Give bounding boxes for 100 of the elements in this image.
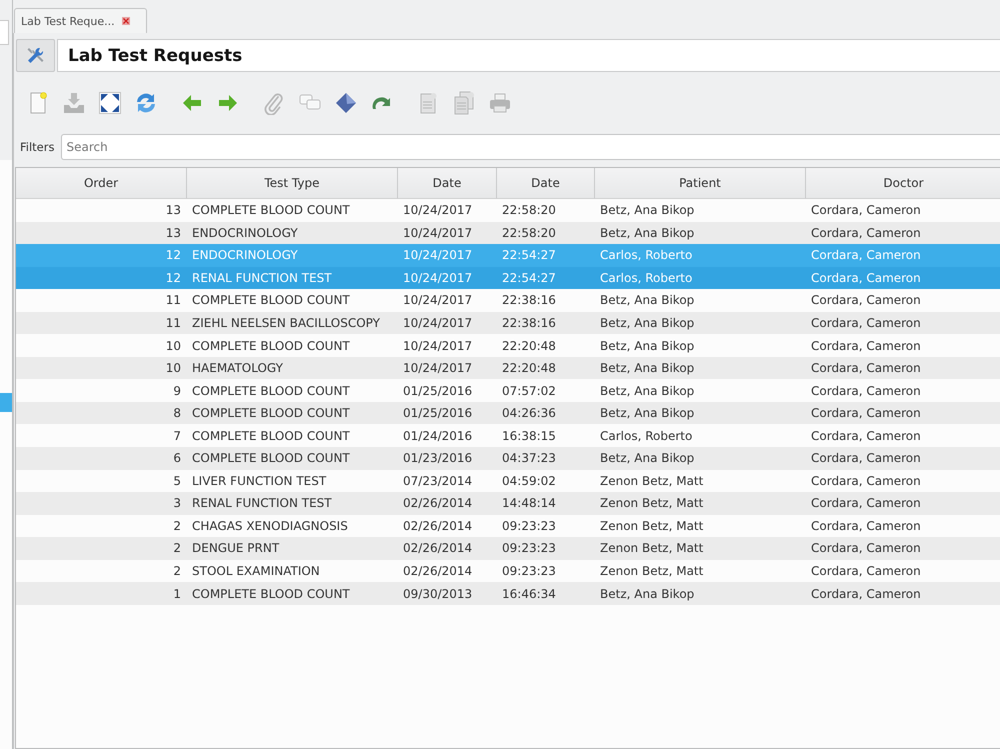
table-cell-text: 5 <box>172 472 182 490</box>
table-cell-text: 11 <box>164 315 182 332</box>
table-cell-text: Cordara, Cameron <box>810 382 922 400</box>
table-cell-text: 04:26:36 <box>501 405 557 422</box>
table-cell-text: Cordara, Cameron <box>810 202 922 220</box>
table-cell-text: Cordara, Cameron <box>810 405 922 422</box>
table-cell-text: COMPLETE BLOOD COUNT <box>191 586 351 603</box>
column-header[interactable]: Date <box>497 168 595 199</box>
table-row[interactable]: 1 COMPLETE BLOOD COUNT 09/30/2013 16:46:34 Betz, Ana Bikop Cordara, Cameron <box>16 582 1000 605</box>
table-cell-text: COMPLETE BLOOD COUNT <box>191 202 351 220</box>
expand-icon[interactable] <box>98 91 122 115</box>
table-cell-text: COMPLETE BLOOD COUNT <box>191 382 351 400</box>
table-cell-text: 04:59:02 <box>501 472 557 490</box>
table-cell-text: 01/25/2016 <box>402 382 474 400</box>
table-cell-text: Cordara, Cameron <box>810 315 922 332</box>
table-cell-text: 09:23:23 <box>501 540 557 558</box>
table-cell-text: Carlos, Roberto <box>599 270 694 287</box>
table-cell-text: 07/23/2014 <box>402 472 474 490</box>
table-row[interactable]: 10 HAEMATOLOGY 10/24/2017 22:20:48 Betz, Ana Bikop Cordara, Cameron <box>16 356 1000 380</box>
table-cell-text: Cordara, Cameron <box>810 270 922 287</box>
table-cell-text: Cordara, Cameron <box>810 586 922 603</box>
table-cell-text: 01/24/2016 <box>402 428 474 445</box>
table-cell-text: CHAGAS XENODIAGNOSIS <box>191 518 349 535</box>
column-header[interactable]: Order <box>16 168 187 199</box>
column-header[interactable]: Patient <box>595 168 806 199</box>
table-cell-text: 22:20:48 <box>501 338 557 355</box>
table-cell-text: Cordara, Cameron <box>810 540 922 558</box>
table-cell-text: 2 <box>172 563 182 580</box>
table-cell-text: 16:46:34 <box>501 586 557 603</box>
tools-button[interactable] <box>16 39 55 72</box>
table-cell-text: 22:54:27 <box>501 270 557 287</box>
table-cell-text: 10/24/2017 <box>402 247 474 264</box>
table-cell-text: ZIEHL NEELSEN BACILLOSCOPY <box>191 315 381 332</box>
table-cell-text: Betz, Ana Bikop <box>599 202 696 220</box>
table-cell-text: Betz, Ana Bikop <box>599 224 696 242</box>
table-cell-text: RENAL FUNCTION TEST <box>191 495 333 512</box>
table-cell-text: Cordara, Cameron <box>810 247 922 264</box>
table-cell-text: COMPLETE BLOOD COUNT <box>191 405 351 422</box>
table-cell-text: 16:38:15 <box>501 428 557 445</box>
table-cell-text: 02/26/2014 <box>402 495 474 512</box>
table-cell-text: Betz, Ana Bikop <box>599 360 696 378</box>
table-cell-text: 11 <box>164 292 182 310</box>
table-cell-text: Zenon Betz, Matt <box>599 540 704 558</box>
table-cell-text: 10/24/2017 <box>402 224 474 242</box>
table-cell-text: COMPLETE BLOOD COUNT <box>191 450 351 468</box>
search-field[interactable]: Search <box>61 134 1000 160</box>
table-cell-text: 10/24/2017 <box>402 338 474 355</box>
table-cell-text: 10 <box>164 338 182 355</box>
table-row[interactable]: 11 ZIEHL NEELSEN BACILLOSCOPY 10/24/2017 22:38:16 Betz, Ana Bikop Cordara, Cameron <box>16 312 1000 334</box>
table-cell-text: 2 <box>172 518 182 535</box>
table-cell-text: 1 <box>172 586 182 603</box>
table-cell-text: Carlos, Roberto <box>599 247 694 264</box>
table-row[interactable]: 6 COMPLETE BLOOD COUNT 01/23/2016 04:37:23 Betz, Ana Bikop Cordara, Cameron <box>16 447 1000 470</box>
table-cell-text: Betz, Ana Bikop <box>599 338 696 355</box>
table-cell-text: 7 <box>172 428 182 445</box>
table-cell-text: 8 <box>172 405 182 422</box>
table-cell-text: Cordara, Cameron <box>810 563 922 580</box>
table-cell-text: 9 <box>172 382 182 400</box>
table-cell-text: 01/23/2016 <box>402 450 474 468</box>
table-cell-text: 14:48:14 <box>501 495 557 512</box>
table-cell-text: LIVER FUNCTION TEST <box>191 472 328 490</box>
table-cell-text: 10 <box>164 360 182 378</box>
table-cell-text: Cordara, Cameron <box>810 292 922 310</box>
table-row[interactable]: 3 RENAL FUNCTION TEST 02/26/2014 14:48:14 Zenon Betz, Matt Cordara, Cameron <box>16 492 1000 515</box>
table-cell-text: 2 <box>172 540 182 558</box>
refresh-icon[interactable] <box>134 91 158 115</box>
table-cell-text: COMPLETE BLOOD COUNT <box>191 292 351 310</box>
table-cell-text: Cordara, Cameron <box>810 224 922 242</box>
table-cell-text: 07:57:02 <box>501 382 557 400</box>
table-cell-text: ENDOCRINOLOGY <box>191 247 299 264</box>
table-cell-text: 10/24/2017 <box>402 360 474 378</box>
table-cell-text: 02/26/2014 <box>402 563 474 580</box>
column-header[interactable]: Doctor <box>806 168 1000 199</box>
table-row[interactable]: 8 COMPLETE BLOOD COUNT 01/25/2016 04:26:36 Betz, Ana Bikop Cordara, Cameron <box>16 402 1000 424</box>
table-cell-text: 22:38:16 <box>501 292 557 310</box>
table-cell-text: Betz, Ana Bikop <box>599 405 696 422</box>
table-cell-text: 09:23:23 <box>501 563 557 580</box>
table-cell-text: 13 <box>164 224 182 242</box>
table-cell-text: Betz, Ana Bikop <box>599 450 696 468</box>
filters-label: Filters <box>20 140 54 154</box>
close-icon[interactable] <box>122 17 130 25</box>
table-row[interactable]: 2 DENGUE PRNT 02/26/2014 09:23:23 Zenon Betz, Matt Cordara, Cameron <box>16 537 1000 560</box>
table-cell-text: DENGUE PRNT <box>191 540 280 558</box>
table-row[interactable]: 13 ENDOCRINOLOGY 10/24/2017 22:58:20 Betz, Ana Bikop Cordara, Cameron <box>16 222 1000 244</box>
tab[interactable]: Lab Test Reque... <box>14 8 147 33</box>
table-cell-text: 02/26/2014 <box>402 518 474 535</box>
table-cell-text: Zenon Betz, Matt <box>599 563 704 580</box>
table-cell-text: 22:20:48 <box>501 360 557 378</box>
diamond-icon[interactable] <box>334 91 358 115</box>
table-cell-text: Cordara, Cameron <box>810 495 922 512</box>
table-cell-text: COMPLETE BLOOD COUNT <box>191 428 351 445</box>
table-cell-text: 10/24/2017 <box>402 270 474 287</box>
table-cell-text: 09/30/2013 <box>402 586 474 603</box>
column-header[interactable]: Date <box>398 168 497 199</box>
table-cell-text: STOOL EXAMINATION <box>191 563 321 580</box>
table-cell-text: Cordara, Cameron <box>810 428 922 445</box>
table-cell-text: 09:23:23 <box>501 518 557 535</box>
table-cell-text: COMPLETE BLOOD COUNT <box>191 338 351 355</box>
column-header[interactable]: Test Type <box>187 168 398 199</box>
table-cell-text: 10/24/2017 <box>402 202 474 220</box>
